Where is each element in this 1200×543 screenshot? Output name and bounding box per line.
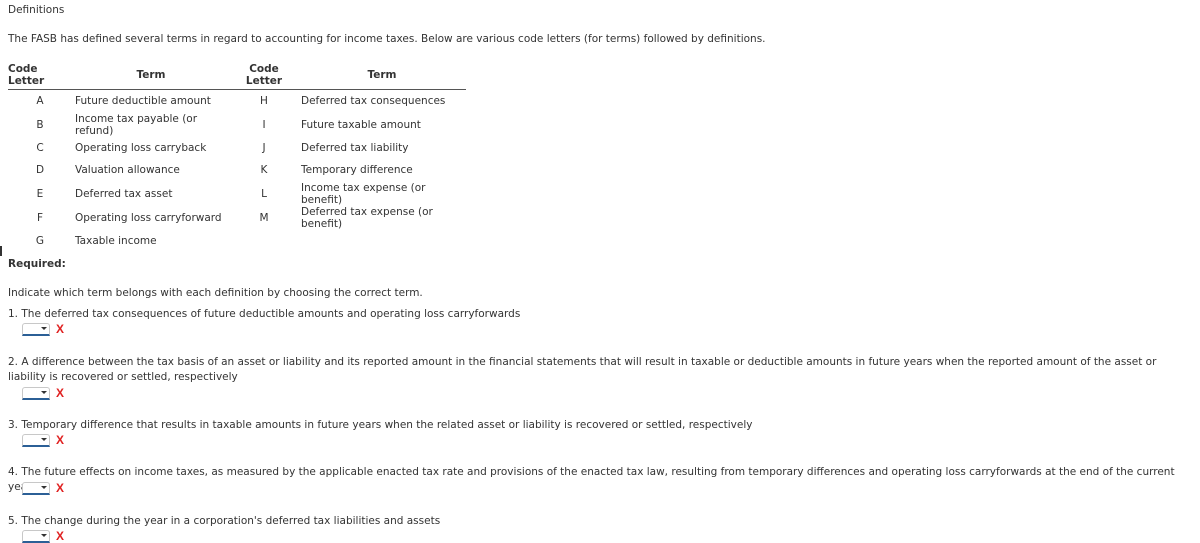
question-text: The deferred tax consequences of future … [21, 308, 521, 320]
code-letter: M [259, 211, 269, 224]
term: Income tax expense (or benefit) [301, 181, 426, 206]
required-label: Required: [8, 258, 66, 270]
answer-row-3: X [22, 433, 64, 447]
code-letter: E [36, 187, 44, 200]
question-number: 3. [8, 419, 19, 431]
term: Future taxable amount [301, 118, 421, 131]
code-letter: F [36, 211, 44, 224]
question-3: 3. Temporary difference that results in … [8, 418, 1193, 433]
term: Valuation allowance [75, 164, 180, 177]
question-text: The future effects on income taxes, as m… [8, 466, 1175, 493]
dropdown-arrow-icon [41, 390, 47, 394]
question-text: A difference between the tax basis of an… [8, 356, 1157, 383]
question-text: Temporary difference that results in tax… [21, 419, 753, 431]
term-select-dropdown[interactable] [22, 386, 50, 400]
code-letter: C [36, 141, 44, 154]
term: Operating loss carryback [75, 141, 207, 154]
x-icon: X [56, 433, 65, 447]
header-term-2: Term [298, 63, 466, 90]
term-select-dropdown[interactable] [22, 529, 50, 543]
table-row: D Valuation allowance K Temporary differ… [8, 159, 466, 182]
table-row: A Future deductible amount H Deferred ta… [8, 90, 466, 113]
table-row: B Income tax payable (or refund) I Futur… [8, 113, 466, 137]
instruction-text: Indicate which term belongs with each de… [8, 287, 423, 299]
term-select-dropdown[interactable] [22, 433, 50, 447]
term: Taxable income [75, 234, 157, 247]
question-1: 1. The deferred tax consequences of futu… [8, 307, 1193, 322]
code-letter: L [261, 187, 267, 200]
answer-row-2: X [22, 386, 64, 400]
header-code-letter-1: Code Letter [8, 63, 72, 90]
question-4: 4. The future effects on income taxes, a… [8, 465, 1193, 495]
question-number: 5. [8, 515, 19, 527]
table-row: F Operating loss carryforward M Deferred… [8, 206, 466, 230]
code-letter: J [262, 141, 266, 154]
question-text: The change during the year in a corporat… [21, 515, 441, 527]
question-number: 1. [8, 308, 19, 320]
answer-row-4: X [22, 481, 64, 495]
code-letter: I [262, 118, 266, 131]
table-row: G Taxable income [8, 230, 466, 253]
header-code-letter-2: Code Letter [230, 63, 298, 90]
code-letter: K [260, 164, 268, 177]
term: Deferred tax asset [75, 187, 173, 200]
question-number: 2. [8, 356, 19, 368]
x-icon: X [56, 529, 65, 543]
term-select-dropdown[interactable] [22, 481, 50, 495]
term: Future deductible amount [75, 95, 211, 108]
code-letter-table: Code Letter Term Code Letter Term A Futu… [8, 63, 466, 252]
code-letter [230, 230, 298, 253]
code-letter: H [260, 95, 268, 108]
x-icon: X [56, 322, 65, 336]
answer-row-5: X [22, 529, 64, 543]
answer-row-1: X [22, 322, 64, 336]
term-select-dropdown[interactable] [22, 322, 50, 336]
section-title: Definitions [8, 4, 65, 16]
code-letter: G [35, 234, 45, 247]
dropdown-arrow-icon [41, 326, 47, 330]
code-letter: A [36, 95, 44, 108]
code-letter: B [36, 118, 44, 131]
dropdown-arrow-icon [41, 485, 47, 489]
dropdown-arrow-icon [41, 437, 47, 441]
table-row: C Operating loss carryback J Deferred ta… [8, 137, 466, 160]
term: Deferred tax liability [301, 141, 409, 154]
question-5: 5. The change during the year in a corpo… [8, 514, 1193, 529]
question-number: 4. [8, 466, 19, 478]
header-term-1: Term [72, 63, 230, 90]
x-icon: X [56, 386, 65, 400]
term: Temporary difference [301, 164, 413, 177]
left-edge-marker [0, 246, 2, 256]
question-2: 2. A difference between the tax basis of… [8, 355, 1193, 385]
x-icon: X [56, 481, 65, 495]
term: Operating loss carryforward [75, 211, 222, 224]
table-header-row: Code Letter Term Code Letter Term [8, 63, 466, 90]
term [298, 230, 466, 253]
intro-text: The FASB has defined several terms in re… [8, 33, 766, 45]
term: Deferred tax consequences [301, 95, 446, 108]
term: Deferred tax expense (or benefit) [301, 205, 433, 230]
code-letter: D [35, 164, 45, 177]
term: Income tax payable (or refund) [75, 112, 198, 137]
dropdown-arrow-icon [41, 533, 47, 537]
table-row: E Deferred tax asset L Income tax expens… [8, 182, 466, 206]
